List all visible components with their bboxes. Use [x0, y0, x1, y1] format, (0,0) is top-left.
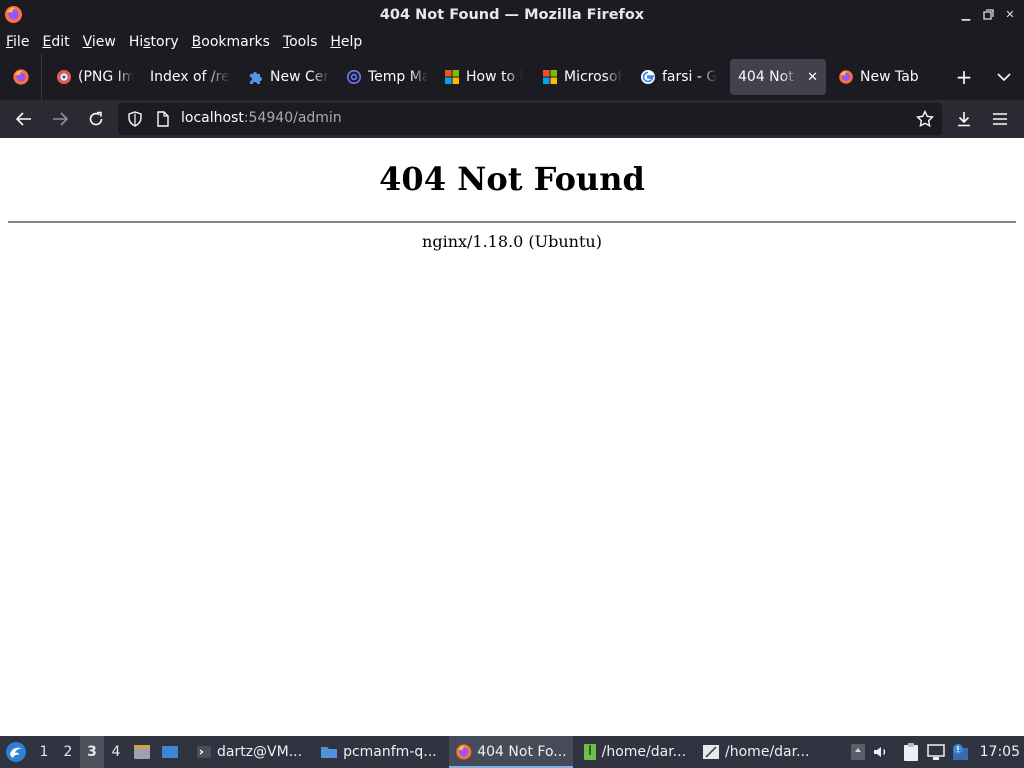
tab-how-to[interactable]: How to i — [436, 59, 534, 95]
workspace-3[interactable]: 3 — [80, 736, 104, 768]
restore-icon[interactable] — [982, 7, 994, 21]
minimize-icon[interactable]: ▁ — [960, 7, 972, 21]
tab-index-of[interactable]: Index of /re — [142, 59, 240, 95]
back-button[interactable] — [6, 103, 42, 135]
menu-tools[interactable]: Tools — [283, 34, 318, 50]
app-menu-button[interactable] — [982, 103, 1018, 135]
arrow-up-tray-icon[interactable] — [850, 743, 866, 761]
window-controls: ▁ ✕ — [960, 7, 1016, 21]
navigation-toolbar: localhost:54940/admin — [0, 100, 1024, 138]
task-firefox[interactable]: 404 Not Fo... — [448, 736, 573, 768]
menu-bookmarks[interactable]: Bookmarks — [192, 34, 270, 50]
shield-icon[interactable] — [127, 111, 143, 127]
quicklaunch-files[interactable] — [128, 736, 156, 768]
back-arrow-icon — [16, 112, 31, 126]
tab-new-tab[interactable]: New Tab — [830, 59, 926, 95]
network-icon[interactable] — [926, 743, 946, 761]
hamburger-menu-icon — [993, 113, 1007, 125]
url-host: localhost — [181, 110, 244, 126]
quicklaunch-desktop[interactable] — [156, 736, 184, 768]
puzzle-icon — [250, 72, 262, 84]
workspace-1[interactable]: 1 — [32, 736, 56, 768]
url-text[interactable]: localhost:54940/admin — [181, 110, 342, 126]
forward-button[interactable] — [42, 103, 78, 135]
close-icon[interactable]: ✕ — [1004, 7, 1016, 21]
desktop-icon — [162, 746, 178, 758]
editor-icon — [703, 745, 720, 759]
menu-edit[interactable]: Edit — [42, 34, 69, 50]
page-info-icon[interactable] — [156, 111, 170, 127]
firefox-app-icon — [4, 5, 23, 24]
tab-close-icon[interactable]: ✕ — [807, 70, 818, 85]
new-tab-plus-icon[interactable]: + — [944, 65, 984, 89]
task-file-manager[interactable]: pcmanfm-q... — [314, 736, 443, 768]
menu-bar: File Edit View History Bookmarks Tools H… — [0, 29, 1024, 54]
tab-microsoft[interactable]: Microsof — [534, 59, 632, 95]
url-bar[interactable]: localhost:54940/admin — [118, 103, 942, 135]
toolbar-right — [946, 100, 1024, 138]
reload-icon — [89, 111, 103, 126]
png-image-icon — [57, 70, 71, 84]
update-notifier-icon[interactable] — [952, 743, 970, 761]
window-titlebar: 404 Not Found — Mozilla Firefox ▁ ✕ — [0, 0, 1024, 29]
menu-help[interactable]: Help — [330, 34, 362, 50]
url-path: :54940/admin — [243, 110, 342, 126]
start-menu-button[interactable] — [0, 736, 32, 768]
firefox-view-icon — [12, 69, 29, 85]
page-content: 404 Not Found nginx/1.18.0 (Ubuntu) — [0, 138, 1024, 736]
list-all-tabs-chevron-icon[interactable] — [984, 72, 1024, 82]
reload-button[interactable] — [78, 103, 114, 135]
workspace-2[interactable]: 2 — [56, 736, 80, 768]
bookmark-star-icon[interactable] — [916, 110, 934, 128]
folder-icon — [321, 747, 338, 758]
tab-temp-mail[interactable]: Temp Ma — [338, 59, 436, 95]
clock[interactable]: 17:05 — [980, 744, 1020, 760]
at-sign-icon — [347, 70, 361, 84]
tab-new-cert[interactable]: New Cer — [240, 59, 338, 95]
microsoft-icon — [445, 70, 459, 84]
divider — [8, 221, 1016, 223]
volume-icon[interactable] — [872, 743, 890, 761]
google-icon — [641, 70, 655, 84]
tab-404-not-found[interactable]: 404 Not F ✕ — [730, 59, 826, 95]
taskbar: 1 2 3 4 dartz@VM... pcmanfm-q... 404 Not… — [0, 736, 1024, 768]
tab-png-image[interactable]: (PNG Im — [48, 59, 142, 95]
system-tray: 17:05 — [850, 736, 1024, 768]
tab-actions: + — [944, 54, 1024, 100]
downloads-button[interactable] — [946, 103, 982, 135]
file-manager-icon — [134, 745, 150, 759]
task-archive[interactable]: /home/dar... — [577, 736, 692, 768]
workspace-4[interactable]: 4 — [104, 736, 128, 768]
archive-icon — [583, 744, 596, 760]
window-title: 404 Not Found — Mozilla Firefox — [379, 6, 645, 23]
page-heading: 404 Not Found — [379, 160, 645, 198]
task-terminal[interactable]: dartz@VM... — [190, 736, 308, 768]
firefox-icon — [839, 70, 853, 84]
lxqt-logo-icon — [6, 742, 26, 762]
tab-google-farsi[interactable]: farsi - G — [632, 59, 730, 95]
firefox-icon — [455, 744, 471, 760]
menu-file[interactable]: File — [6, 34, 29, 50]
download-icon — [958, 112, 970, 127]
server-signature: nginx/1.18.0 (Ubuntu) — [422, 232, 602, 251]
task-text-editor[interactable]: /home/dar... — [696, 736, 815, 768]
tab-strip: (PNG Im Index of /re New Cer Temp Ma How… — [0, 54, 1024, 100]
firefox-view-button[interactable] — [0, 54, 42, 100]
terminal-icon — [197, 746, 211, 758]
clipboard-icon[interactable] — [902, 742, 920, 762]
menu-history[interactable]: History — [129, 34, 179, 50]
forward-arrow-icon — [53, 112, 68, 126]
menu-view[interactable]: View — [83, 34, 116, 50]
microsoft-icon — [543, 70, 557, 84]
